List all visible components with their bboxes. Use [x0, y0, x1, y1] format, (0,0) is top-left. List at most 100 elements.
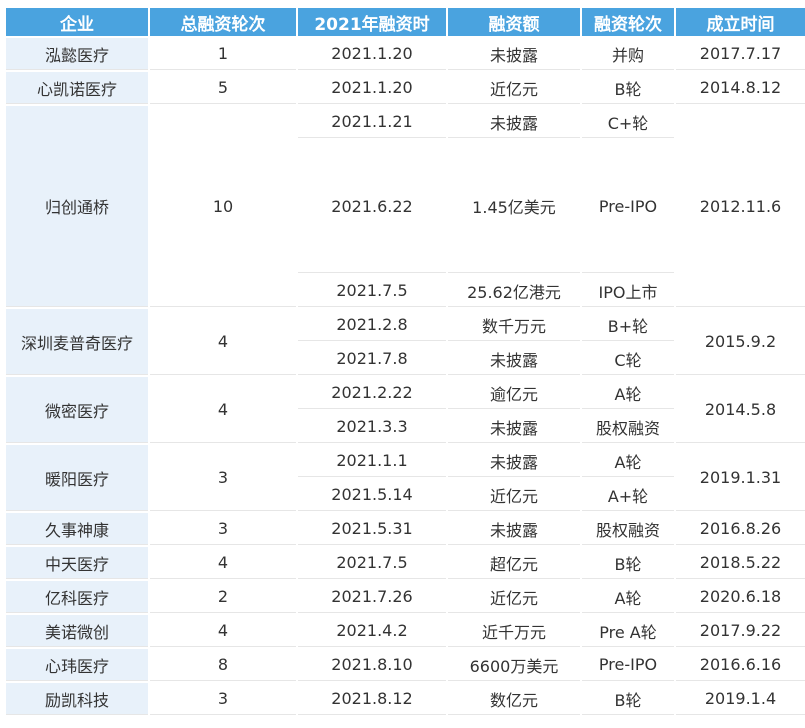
event-date: 2021.6.22 — [298, 140, 446, 273]
event-round: Pre-IPO — [582, 649, 674, 681]
event-round: 股权融资 — [582, 411, 674, 443]
event-round: Pre A轮 — [582, 615, 674, 647]
event-date: 2021.1.20 — [298, 72, 446, 104]
company-name: 美诺微创 — [6, 615, 148, 647]
company-name: 微密医疗 — [6, 377, 148, 443]
rounds-total: 4 — [150, 309, 296, 375]
event-amount: 未披露 — [448, 38, 580, 70]
event-amount: 近亿元 — [448, 479, 580, 511]
event-amount: 未披露 — [448, 411, 580, 443]
table-row: 美诺微创 4 2021.4.2 近千万元 Pre A轮 2017.9.22 — [6, 615, 805, 647]
event-amount: 近千万元 — [448, 615, 580, 647]
table-row: 心凯诺医疗 5 2021.1.20 近亿元 B轮 2014.8.12 — [6, 72, 805, 104]
rounds-total: 1 — [150, 38, 296, 70]
event-round: A轮 — [582, 581, 674, 613]
header-founded: 成立时间 — [676, 8, 805, 36]
company-name: 泓懿医疗 — [6, 38, 148, 70]
company-name: 归创通桥 — [6, 106, 148, 307]
financing-table: 企业 总融资轮次 2021年融资时 融资额 融资轮次 成立时间 泓懿医疗 1 2… — [4, 6, 805, 717]
founded-date: 2019.1.4 — [676, 683, 805, 715]
event-date: 2021.1.1 — [298, 445, 446, 477]
event-date: 2021.8.10 — [298, 649, 446, 681]
event-amount: 未披露 — [448, 106, 580, 138]
event-round: 并购 — [582, 38, 674, 70]
event-amount: 数千万元 — [448, 309, 580, 341]
founded-date: 2012.11.6 — [676, 106, 805, 307]
event-date: 2021.7.26 — [298, 581, 446, 613]
founded-date: 2020.6.18 — [676, 581, 805, 613]
event-round: C+轮 — [582, 106, 674, 138]
event-round: 股权融资 — [582, 513, 674, 545]
rounds-total: 3 — [150, 513, 296, 545]
header-amount: 融资额 — [448, 8, 580, 36]
company-name: 心凯诺医疗 — [6, 72, 148, 104]
rounds-total: 3 — [150, 445, 296, 511]
event-round: A轮 — [582, 445, 674, 477]
company-name: 久事神康 — [6, 513, 148, 545]
event-round: B轮 — [582, 72, 674, 104]
founded-date: 2016.6.16 — [676, 649, 805, 681]
event-date: 2021.4.2 — [298, 615, 446, 647]
table-body: 泓懿医疗 1 2021.1.20 未披露 并购 2017.7.17 心凯诺医疗 … — [6, 38, 805, 715]
rounds-total: 2 — [150, 581, 296, 613]
company-name: 心玮医疗 — [6, 649, 148, 681]
company-name: 励凯科技 — [6, 683, 148, 715]
event-amount: 6600万美元 — [448, 649, 580, 681]
company-name: 亿科医疗 — [6, 581, 148, 613]
event-amount: 逾亿元 — [448, 377, 580, 409]
event-amount: 未披露 — [448, 445, 580, 477]
table-row: 励凯科技 3 2021.8.12 数亿元 B轮 2019.1.4 — [6, 683, 805, 715]
header-rounds-total: 总融资轮次 — [150, 8, 296, 36]
table-row: 泓懿医疗 1 2021.1.20 未披露 并购 2017.7.17 — [6, 38, 805, 70]
founded-date: 2014.8.12 — [676, 72, 805, 104]
event-date: 2021.1.20 — [298, 38, 446, 70]
event-amount: 超亿元 — [448, 547, 580, 579]
founded-date: 2014.5.8 — [676, 377, 805, 443]
event-amount: 近亿元 — [448, 581, 580, 613]
company-name: 深圳麦普奇医疗 — [6, 309, 148, 375]
event-date: 2021.2.8 — [298, 309, 446, 341]
event-date: 2021.7.5 — [298, 275, 446, 307]
table-row: 中天医疗 4 2021.7.5 超亿元 B轮 2018.5.22 — [6, 547, 805, 579]
rounds-total: 3 — [150, 683, 296, 715]
event-round: C轮 — [582, 343, 674, 375]
table-row: 暖阳医疗 3 2021.1.1 未披露 A轮 2019.1.31 — [6, 445, 805, 511]
header-company: 企业 — [6, 8, 148, 36]
event-round: Pre-IPO — [582, 140, 674, 273]
founded-date: 2017.7.17 — [676, 38, 805, 70]
event-amount: 25.62亿港元 — [448, 275, 580, 307]
rounds-total: 4 — [150, 547, 296, 579]
founded-date: 2017.9.22 — [676, 615, 805, 647]
event-round: IPO上市 — [582, 275, 674, 307]
event-date: 2021.7.5 — [298, 547, 446, 579]
company-name: 中天医疗 — [6, 547, 148, 579]
table-row: 归创通桥 10 2021.1.21 未披露 C+轮 2012.11.6 — [6, 106, 805, 307]
header-date-2021: 2021年融资时 — [298, 8, 446, 36]
event-amount: 未披露 — [448, 343, 580, 375]
event-round: B+轮 — [582, 309, 674, 341]
event-date: 2021.3.3 — [298, 411, 446, 443]
header-round: 融资轮次 — [582, 8, 674, 36]
rounds-total: 4 — [150, 377, 296, 443]
event-round: B轮 — [582, 547, 674, 579]
table-row: 微密医疗 4 2021.2.22 逾亿元 A轮 2014.5.8 — [6, 377, 805, 443]
page: 企业 总融资轮次 2021年融资时 融资额 融资轮次 成立时间 泓懿医疗 1 2… — [0, 0, 805, 728]
event-date: 2021.7.8 — [298, 343, 446, 375]
founded-date: 2018.5.22 — [676, 547, 805, 579]
rounds-total: 4 — [150, 615, 296, 647]
event-amount: 1.45亿美元 — [448, 140, 580, 273]
rounds-total: 5 — [150, 72, 296, 104]
founded-date: 2015.9.2 — [676, 309, 805, 375]
event-amount: 近亿元 — [448, 72, 580, 104]
event-date: 2021.5.31 — [298, 513, 446, 545]
rounds-total: 10 — [150, 106, 296, 307]
event-amount: 数亿元 — [448, 683, 580, 715]
event-date: 2021.2.22 — [298, 377, 446, 409]
event-round: A+轮 — [582, 479, 674, 511]
founded-date: 2016.8.26 — [676, 513, 805, 545]
table-row: 深圳麦普奇医疗 4 2021.2.8 数千万元 B+轮 2015.9.2 — [6, 309, 805, 375]
event-date: 2021.5.14 — [298, 479, 446, 511]
event-date: 2021.8.12 — [298, 683, 446, 715]
event-round: A轮 — [582, 377, 674, 409]
rounds-total: 8 — [150, 649, 296, 681]
